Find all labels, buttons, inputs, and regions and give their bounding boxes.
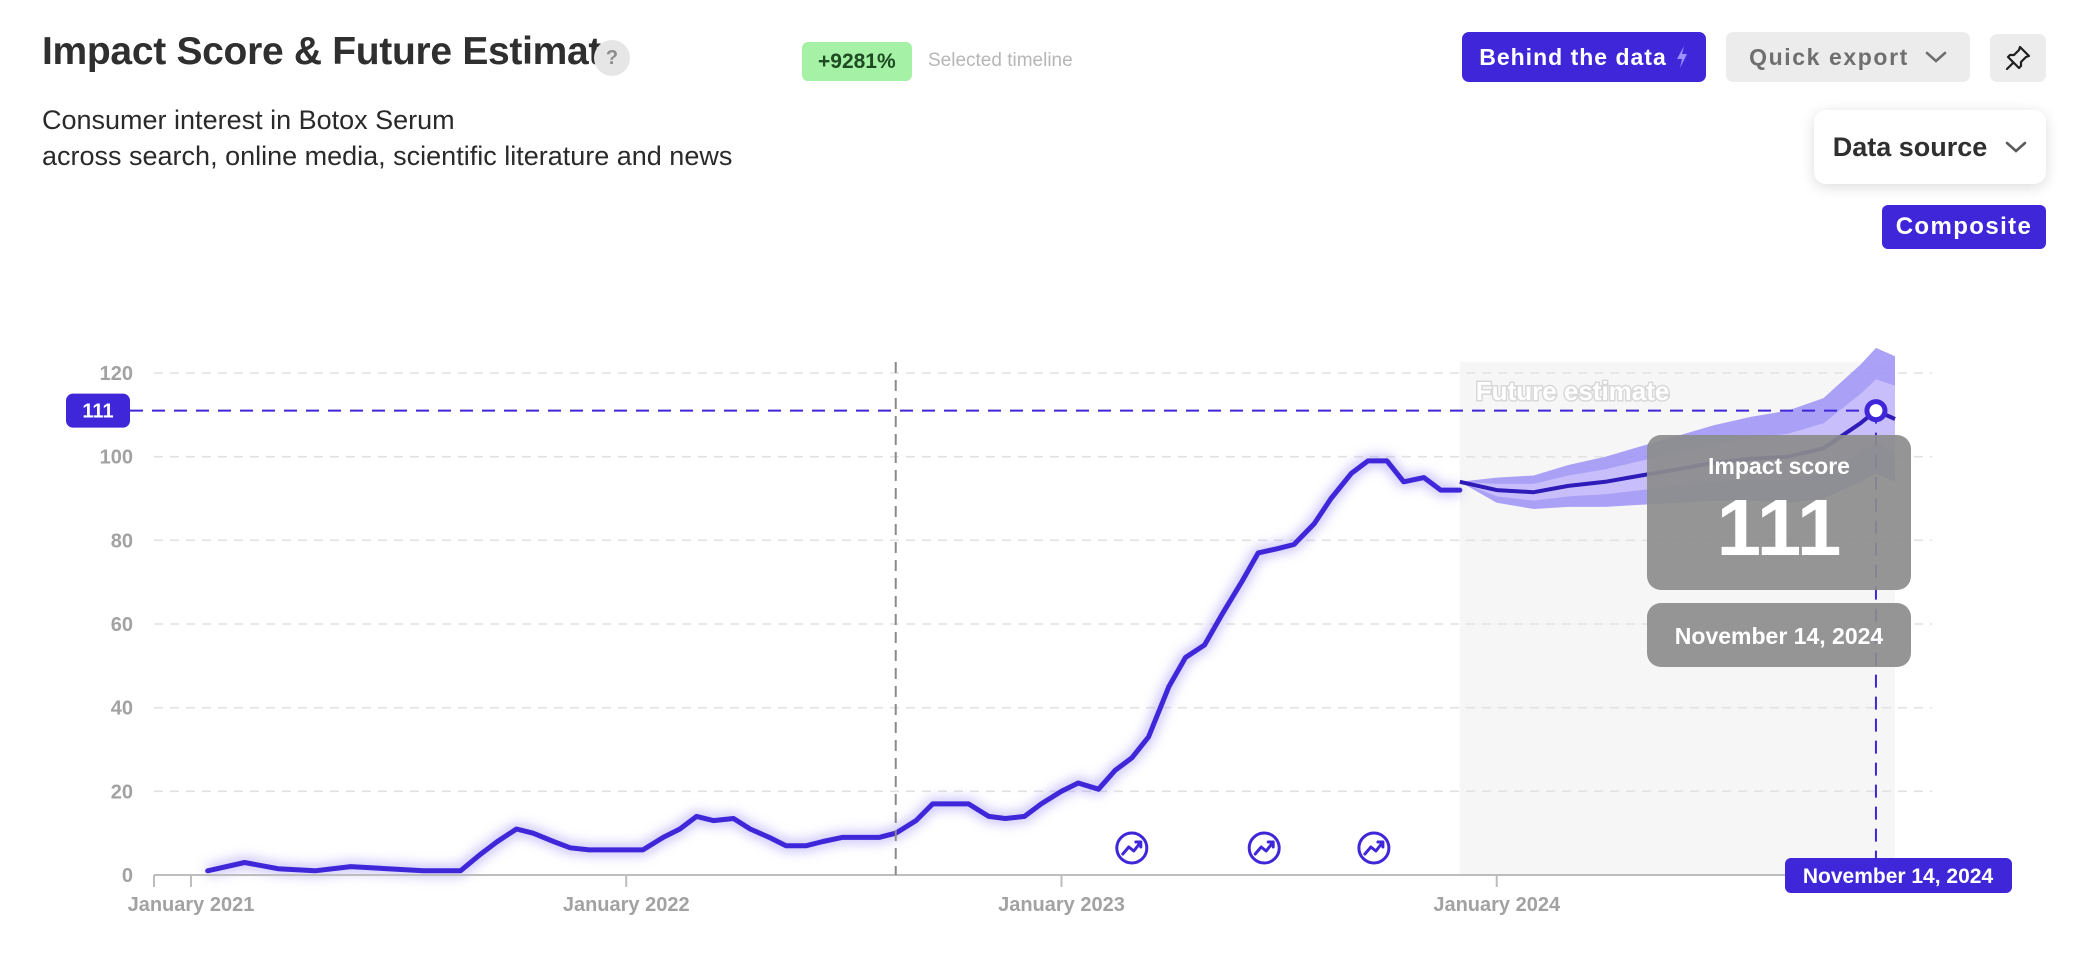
highlight-value-label: 111 [82, 401, 113, 423]
y-tick-label: 120 [100, 363, 133, 385]
date-marker-label: November 14, 2024 [1803, 865, 1994, 888]
tooltip-value: 111 [1717, 483, 1842, 572]
y-tick-label: 60 [111, 614, 133, 636]
y-tick-label: 80 [111, 530, 133, 552]
trend-up-icon [1115, 831, 1149, 865]
tooltip-title: Impact score [1708, 453, 1850, 479]
trend-up-icon [1357, 831, 1391, 865]
x-tick-label: January 2021 [128, 894, 255, 916]
tooltip-date: November 14, 2024 [1675, 623, 1884, 649]
trend-up-icon [1247, 831, 1281, 865]
highlight-point [1864, 399, 1888, 423]
impact-chart[interactable]: 0 20 40 60 80 100 120 January 2021 January 2022 J… [0, 0, 2080, 954]
series-line-historical [205, 458, 1463, 874]
y-tick-label: 100 [100, 447, 133, 469]
y-tick-label: 40 [111, 698, 133, 720]
x-tick-label: January 2023 [998, 894, 1125, 916]
x-tick-label: January 2022 [563, 894, 690, 916]
series-glow [206, 455, 1460, 876]
y-tick-label: 20 [111, 781, 133, 803]
future-estimate-label: Future estimate [1476, 376, 1670, 406]
x-tick-label: January 2024 [1433, 894, 1561, 916]
y-tick-label: 0 [122, 865, 133, 887]
